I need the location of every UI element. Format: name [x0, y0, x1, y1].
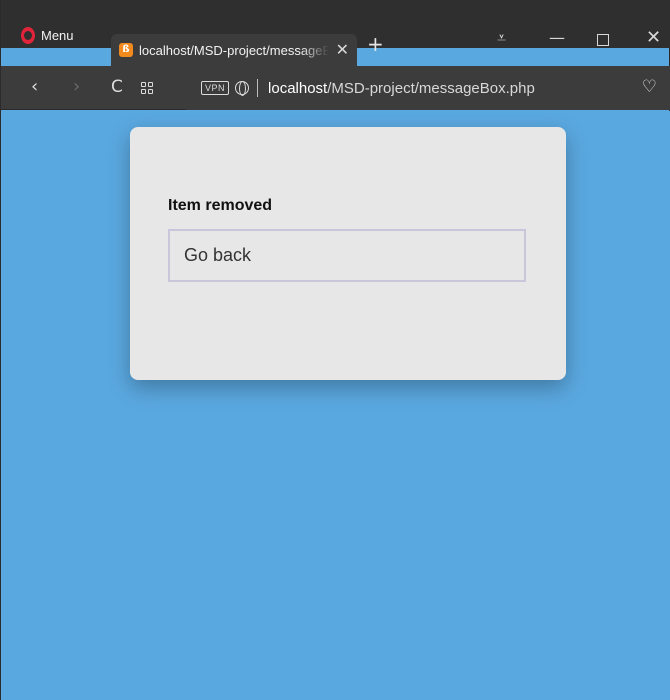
plus-icon[interactable]: + — [367, 32, 384, 56]
tab-strip: Menu ß localhost/MSD-project/messageBox.… — [1, 0, 670, 66]
go-back-button[interactable]: Go back — [168, 229, 526, 282]
forward-icon[interactable]: › — [73, 77, 80, 97]
back-icon[interactable]: ‹ — [31, 77, 38, 97]
xampp-icon: ß — [119, 43, 133, 57]
address-bar[interactable]: VPN localhost/MSD-project/messageBox.php… — [186, 66, 670, 110]
reload-icon[interactable]: C — [111, 77, 123, 97]
message-box: Item removed Go back — [130, 127, 566, 380]
maximize-icon[interactable] — [597, 34, 609, 46]
tab-title: localhost/MSD-project/messageBox.php — [139, 42, 329, 58]
url-host: localhost — [268, 79, 328, 97]
opera-menu-button[interactable]: Menu — [21, 25, 74, 45]
close-icon[interactable]: ✕ — [336, 40, 349, 59]
address-separator — [257, 79, 259, 97]
menu-label: Menu — [41, 27, 74, 43]
url-text[interactable]: localhost/MSD-project/messageBox.php — [268, 80, 535, 97]
filter-icon[interactable]: ⩡ — [497, 28, 506, 48]
heart-icon[interactable]: ♡ — [642, 77, 657, 97]
tab-active[interactable]: ß localhost/MSD-project/messageBox.php ✕ — [111, 34, 357, 66]
window-close-icon[interactable]: ✕ — [646, 28, 661, 48]
opera-logo-icon — [21, 26, 35, 44]
speed-dial-icon[interactable] — [141, 82, 153, 94]
browser-toolbar: ‹ › C VPN localhost/MSD-project/messageB… — [1, 66, 670, 110]
url-path: /MSD-project/messageBox.php — [327, 79, 535, 97]
browser-window: Menu ß localhost/MSD-project/messageBox.… — [0, 0, 670, 700]
globe-icon[interactable] — [235, 81, 250, 96]
message-title: Item removed — [168, 197, 273, 214]
minimize-icon[interactable]: — — [549, 28, 565, 48]
page-content: Item removed Go back — [1, 111, 670, 700]
vpn-badge[interactable]: VPN — [201, 81, 230, 95]
